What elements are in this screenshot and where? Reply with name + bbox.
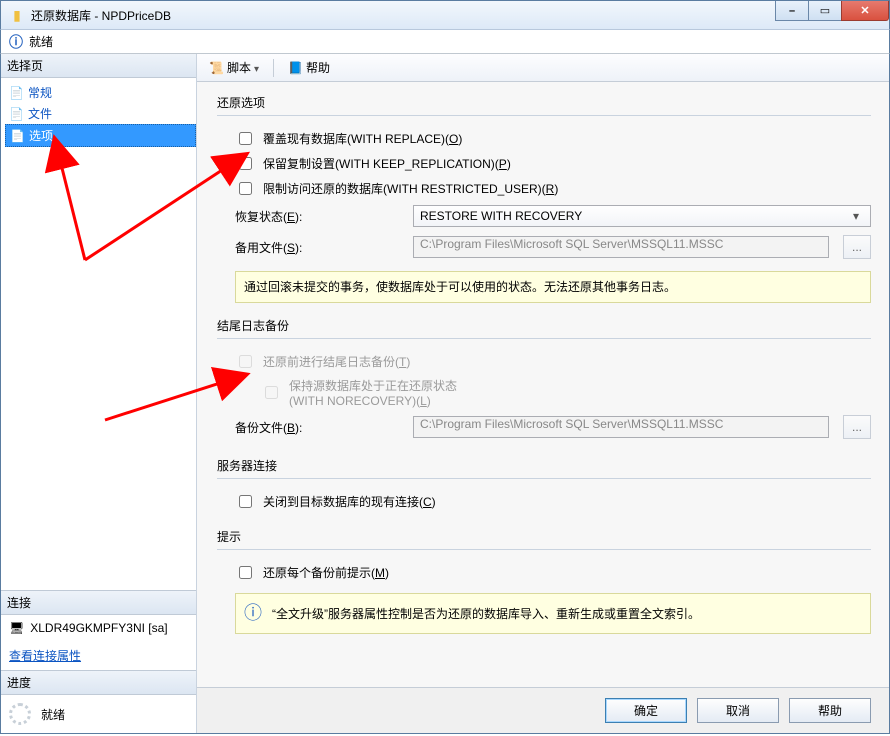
keep-replication-label: 保留复制设置(WITH KEEP_REPLICATION)(P): [263, 155, 511, 172]
script-dropdown[interactable]: 脚本: [203, 57, 265, 78]
select-page-header: 选择页: [1, 54, 196, 78]
script-label: 脚本: [227, 59, 251, 76]
recovery-state-value: RESTORE WITH RECOVERY: [420, 209, 582, 223]
standby-file-label: 备用文件(S):: [235, 239, 405, 256]
nav-label: 选项: [29, 127, 53, 144]
help-button[interactable]: 帮助: [282, 57, 336, 78]
dialog-footer: 确定 取消 帮助: [197, 687, 889, 733]
hint-info-box: “全文升级”服务器属性控制是否为还原的数据库导入、重新生成或重置全文索引。: [235, 593, 871, 634]
nav-item-files[interactable]: 文件: [5, 103, 196, 124]
close-connections-label: 关闭到目标数据库的现有连接(C): [263, 493, 436, 510]
close-button[interactable]: [841, 1, 889, 21]
help-icon: [288, 61, 303, 75]
backup-file-input: C:\Program Files\Microsoft SQL Server\MS…: [413, 416, 829, 438]
info-icon: [244, 600, 262, 627]
hint-text: “全文升级”服务器属性控制是否为还原的数据库导入、重新生成或重置全文索引。: [272, 605, 700, 623]
nav-label: 文件: [28, 105, 52, 122]
nav-label: 常规: [28, 84, 52, 101]
cancel-button[interactable]: 取消: [697, 698, 779, 723]
page-icon: [9, 107, 24, 121]
database-icon: [9, 7, 25, 23]
group-restore-options: 还原选项: [217, 94, 871, 111]
minimize-button[interactable]: [775, 1, 809, 21]
progress-spinner-icon: [9, 703, 31, 725]
tail-log-checkbox-row: 还原前进行结尾日志备份(T): [217, 349, 871, 374]
norecovery-checkbox: [265, 386, 278, 399]
page-icon: [9, 86, 24, 100]
info-icon: [9, 32, 29, 52]
group-hint: 提示: [217, 528, 871, 545]
close-connections-checkbox[interactable]: [239, 495, 252, 508]
overwrite-checkbox-row[interactable]: 覆盖现有数据库(WITH REPLACE)(O): [217, 126, 871, 151]
page-nav: 常规 文件 选项: [1, 78, 196, 147]
overwrite-label: 覆盖现有数据库(WITH REPLACE)(O): [263, 130, 462, 147]
server-icon: [9, 621, 24, 635]
recovery-state-select[interactable]: RESTORE WITH RECOVERY ▾: [413, 205, 871, 227]
group-server-connections: 服务器连接: [217, 457, 871, 474]
tail-log-label: 还原前进行结尾日志备份(T): [263, 353, 410, 370]
restricted-user-label: 限制访问还原的数据库(WITH RESTRICTED_USER)(R): [263, 180, 558, 197]
norecovery-checkbox-row: 保持源数据库处于正在还原状态 (WITH NORECOVERY)(L): [217, 374, 871, 411]
chevron-down-icon: ▾: [848, 209, 864, 223]
recovery-description: 通过回滚未提交的事务，使数据库处于可以使用的状态。无法还原其他事务日志。: [235, 271, 871, 303]
progress-header: 进度: [1, 671, 196, 695]
overwrite-checkbox[interactable]: [239, 132, 252, 145]
help-label: 帮助: [306, 59, 330, 76]
status-text: 就绪: [29, 33, 53, 50]
standby-file-browse-button: ...: [843, 235, 871, 259]
nav-item-options[interactable]: 选项: [5, 124, 196, 147]
recovery-state-label: 恢复状态(E):: [235, 208, 405, 225]
restricted-user-checkbox[interactable]: [239, 182, 252, 195]
progress-text: 就绪: [41, 706, 65, 723]
prompt-each-checkbox[interactable]: [239, 566, 252, 579]
nav-item-general[interactable]: 常规: [5, 82, 196, 103]
page-icon: [10, 129, 25, 143]
view-connection-props-link[interactable]: 查看连接属性: [1, 641, 196, 670]
titlebar: 还原数据库 - NPDPriceDB: [0, 0, 890, 30]
connection-header: 连接: [1, 591, 196, 615]
window-title: 还原数据库 - NPDPriceDB: [31, 7, 171, 24]
group-tail-log: 结尾日志备份: [217, 317, 871, 334]
help-button[interactable]: 帮助: [789, 698, 871, 723]
connection-text: XLDR49GKMPFY3NI [sa]: [30, 621, 167, 635]
toolbar-separator: [273, 59, 274, 77]
keep-replication-checkbox[interactable]: [239, 157, 252, 170]
status-strip: 就绪: [0, 30, 890, 54]
close-connections-checkbox-row[interactable]: 关闭到目标数据库的现有连接(C): [217, 489, 871, 514]
keep-replication-checkbox-row[interactable]: 保留复制设置(WITH KEEP_REPLICATION)(P): [217, 151, 871, 176]
toolbar: 脚本 帮助: [197, 54, 889, 82]
maximize-button[interactable]: [808, 1, 842, 21]
tail-log-checkbox: [239, 355, 252, 368]
script-icon: [209, 61, 224, 75]
standby-file-input: C:\Program Files\Microsoft SQL Server\MS…: [413, 236, 829, 258]
restricted-user-checkbox-row[interactable]: 限制访问还原的数据库(WITH RESTRICTED_USER)(R): [217, 176, 871, 201]
norecovery-label: 保持源数据库处于正在还原状态 (WITH NORECOVERY)(L): [289, 377, 457, 408]
backup-file-browse-button: ...: [843, 415, 871, 439]
prompt-each-label: 还原每个备份前提示(M): [263, 564, 389, 581]
ok-button[interactable]: 确定: [605, 698, 687, 723]
prompt-each-checkbox-row[interactable]: 还原每个备份前提示(M): [217, 560, 871, 585]
chevron-down-icon: [254, 61, 259, 75]
backup-file-label: 备份文件(B):: [235, 419, 405, 436]
